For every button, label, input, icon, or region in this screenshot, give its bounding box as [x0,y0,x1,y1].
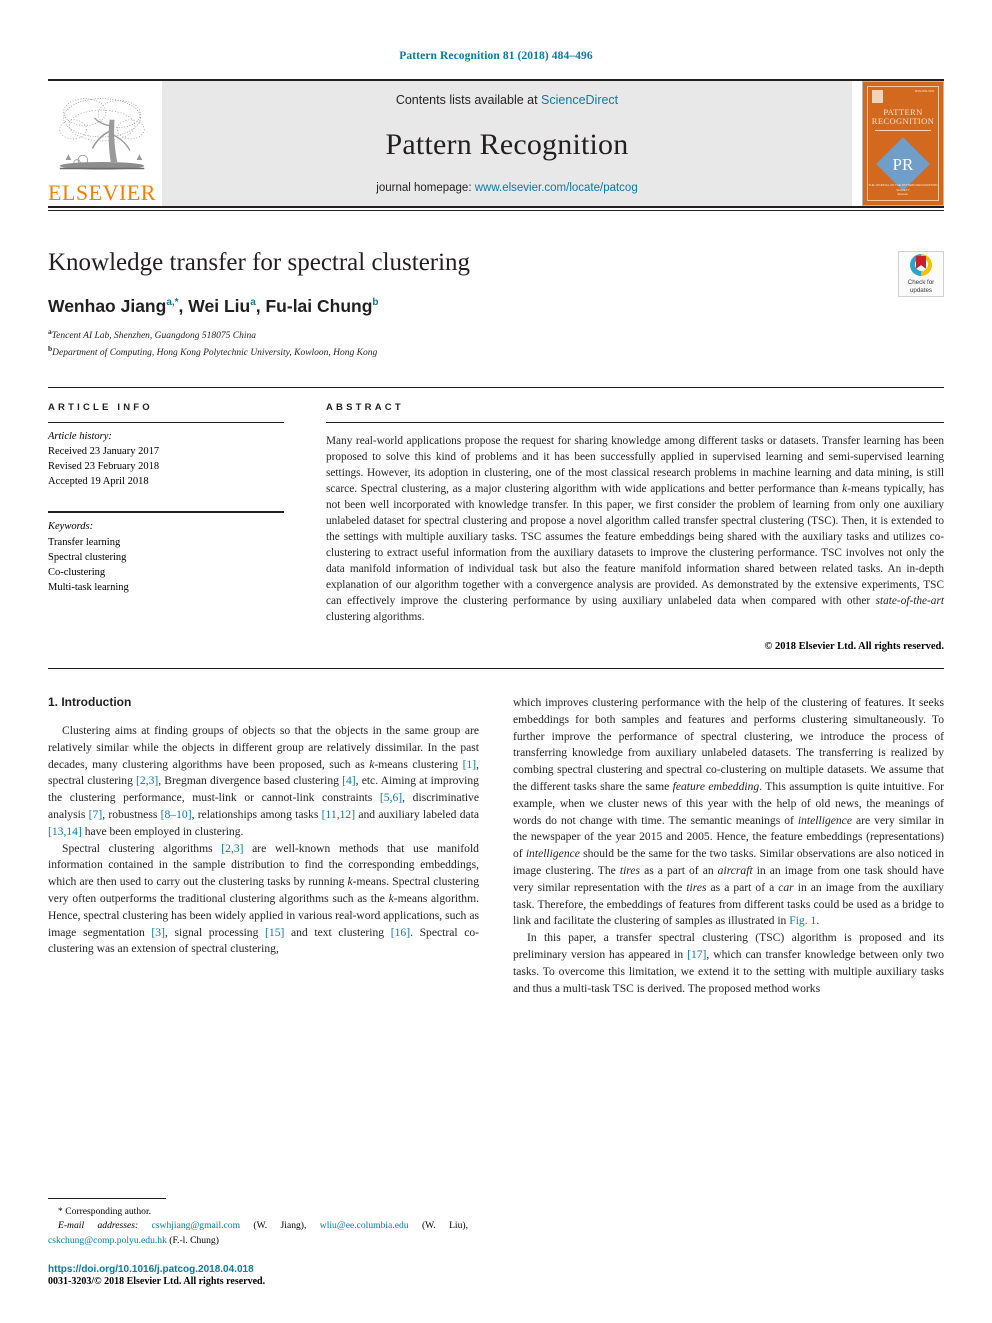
cover-foot-line2: Elsevier [897,191,909,196]
abstract-heading: ABSTRACT [326,401,404,413]
keywords-group: Keywords: Transfer learning Spectral clu… [48,511,284,595]
author-name-2: Fu-lai Chung [265,295,373,316]
sciencedirect-link[interactable]: ScienceDirect [541,93,618,107]
title-block: Knowledge transfer for spectral clusteri… [48,249,944,361]
paragraph: In this paper, a transfer spectral clust… [513,931,944,995]
affiliation-text-0: Tencent AI Lab, Shenzhen, Guangdong 5180… [51,330,256,341]
corresponding-author-note: * Corresponding author. E-mail addresses… [48,1205,468,1246]
info-abstract-section: ARTICLE INFO Article history: Received 2… [48,402,944,652]
elsevier-logo: ELSEVIER [48,81,156,206]
email-addresses-label: E-mail addresses: [58,1220,139,1232]
author-name-1: Wei Liu [188,295,251,316]
cover-monogram: PR [892,154,914,174]
journal-homepage-line: journal homepage: www.elsevier.com/locat… [376,182,637,194]
section-heading-introduction: 1. Introduction [48,694,132,709]
crossmark-label-line2: updates [909,286,932,294]
elsevier-wordmark: ELSEVIER [48,180,156,205]
info-top-rule [48,386,944,388]
article-info-column: ARTICLE INFO Article history: Received 2… [48,402,284,652]
email-who-chung: (F.-l. Chung) [169,1234,219,1246]
journal-homepage-link[interactable]: www.elsevier.com/locate/patcog [475,182,638,194]
doi-link[interactable]: https://doi.org/10.1016/j.patcog.2018.04… [48,1264,468,1275]
body-column-left: 1. Introduction Clustering aims at findi… [48,695,479,997]
affiliation-text-1: Department of Computing, Hong Kong Polyt… [52,347,378,358]
history-item: Revised 23 February 2018 [48,461,160,473]
homepage-prefix: journal homepage: [376,182,475,194]
footnote-rule [48,1197,166,1199]
keyword-item: Co-clustering [48,567,106,579]
page-title: Knowledge transfer for spectral clusteri… [48,249,471,276]
crossmark-icon [910,253,932,276]
cover-foot-line1: THE JOURNAL OF THE PATTERN RECOGNITION S… [868,183,938,192]
crossmark-label-line1: Check for [907,278,935,286]
cover-elsevier-mark [872,90,883,103]
affiliation-list: aTencent AI Lab, Shenzhen, Guangdong 518… [48,327,944,361]
keyword-item: Multi-task learning [48,582,129,594]
keywords-rule [48,511,284,514]
journal-title: Pattern Recognition [385,127,629,161]
affiliation-1: bDepartment of Computing, Hong Kong Poly… [48,344,944,361]
paragraph: Spectral clustering algorithms [2,3] are… [48,841,480,956]
crossmark-label: Check for updates [908,279,934,295]
masthead-center-panel: Contents lists available at ScienceDirec… [162,81,852,206]
article-history-group: Article history: Received 23 January 201… [48,429,284,490]
article-history-label: Article history: [48,430,112,442]
email-link-jiang[interactable]: cswhjiang@gmail.com [152,1220,241,1231]
journal-cover-thumbnail: ISSN 0031-3203 PATTERN RECOGNITION PR TH… [862,81,944,206]
article-info-heading: ARTICLE INFO [48,401,153,413]
contents-prefix: Contents lists available at [395,93,542,107]
author-marks-0: a,* [166,296,179,308]
paragraph: Clustering aims at finding groups of obj… [48,723,480,838]
cover-footer: THE JOURNAL OF THE PATTERN RECOGNITION S… [868,183,938,196]
corresponding-author-text: Corresponding author. [65,1205,152,1217]
elsevier-tree-icon [59,98,145,170]
affiliation-0: aTencent AI Lab, Shenzhen, Guangdong 518… [48,327,944,344]
crossmark-badge[interactable]: Check for updates [898,251,944,297]
author-name-0: Wenhao Jiang [48,295,167,316]
history-item: Received 23 January 2017 [48,445,160,457]
abstract-text: Many real-world applications propose the… [326,434,944,623]
history-item: Accepted 19 April 2018 [48,476,149,488]
body-column-right: which improves clustering performance wi… [513,695,944,997]
journal-masthead: ELSEVIER Contents lists available at Sci… [48,79,944,206]
cover-divider [875,129,931,131]
email-who-jiang: (W. Jiang) [253,1220,305,1232]
article-info-rule [48,421,284,423]
masthead-bottom-rule-thin [48,210,944,211]
masthead-bottom-rule [48,206,944,208]
cover-name-line2: RECOGNITION [871,115,935,126]
paragraph: which improves clustering performance wi… [513,695,945,928]
cover-issn: ISSN 0031-3203 [914,90,934,93]
footnote-block: * Corresponding author. E-mail addresses… [48,1197,468,1287]
abstract-rule [326,421,944,423]
contents-line: Contents lists available at ScienceDirec… [396,93,618,107]
abstract-column: ABSTRACT Many real-world applications pr… [326,402,944,652]
copyright-line: © 2018 Elsevier Ltd. All rights reserved… [764,640,944,652]
issn-copyright-line: 0031-3203/© 2018 Elsevier Ltd. All right… [48,1276,266,1287]
body-columns: 1. Introduction Clustering aims at findi… [48,695,944,997]
keyword-item: Spectral clustering [48,551,127,563]
keyword-item: Transfer learning [48,536,121,548]
keywords-label: Keywords: [48,521,94,533]
author-marks-2: b [372,296,379,308]
author-marks-1: a [250,296,256,308]
paper-page: Pattern Recognition 81 (2018) 484–496 EL… [0,0,992,1323]
author-list: Wenhao Jianga,*, Wei Liua, Fu-lai Chungb [48,295,379,316]
abstract-bottom-rule [48,667,944,669]
running-head: Pattern Recognition 81 (2018) 484–496 [399,50,593,62]
email-who-liu: (W. Liu) [421,1220,466,1232]
cover-journal-name: PATTERN RECOGNITION [872,108,934,126]
email-link-chung[interactable]: cskchung@comp.polyu.edu.hk [48,1235,167,1246]
email-link-liu[interactable]: wliu@ee.columbia.edu [320,1220,409,1231]
